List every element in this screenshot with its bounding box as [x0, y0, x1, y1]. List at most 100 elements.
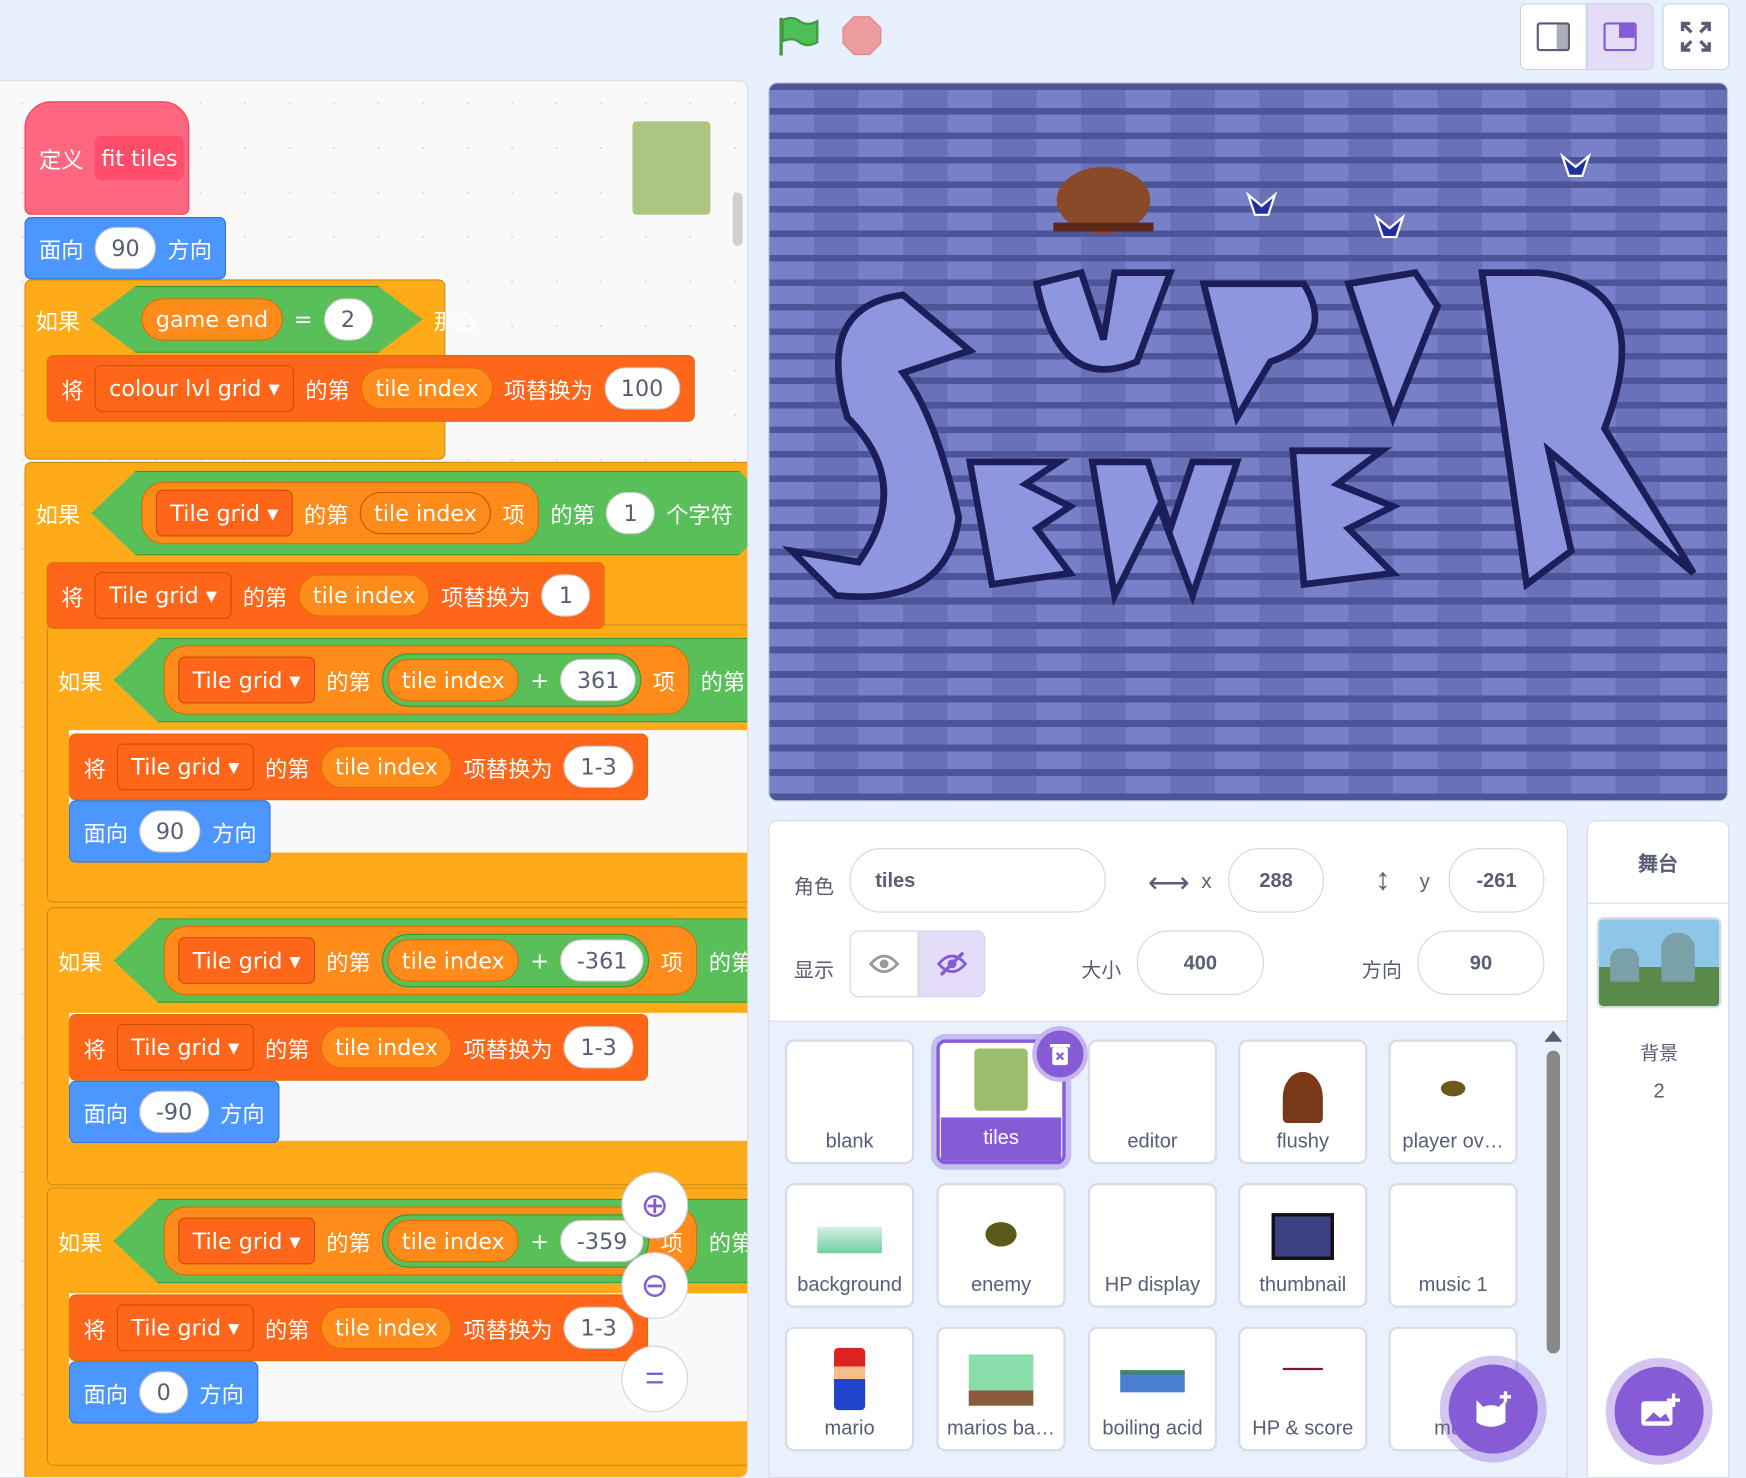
- equals-operator[interactable]: game end = 2: [91, 286, 422, 353]
- zoom-reset-icon: =: [644, 1360, 665, 1397]
- sprite-name-input[interactable]: tiles: [849, 848, 1106, 913]
- x-input[interactable]: 288: [1228, 848, 1324, 913]
- if-row-2: 如果 Tile grid 的第 tile index 项 的第 1 个字符: [24, 471, 748, 556]
- backdrops-count: 2: [1653, 1079, 1665, 1102]
- sprite-tile[interactable]: thumbnail: [1238, 1183, 1368, 1308]
- sprite-tile[interactable]: mario: [785, 1326, 915, 1452]
- define-name: fit tiles: [94, 135, 185, 181]
- show-label: 显示: [793, 959, 835, 982]
- stage-panel-title: 舞台: [1587, 821, 1729, 904]
- replace-item-block[interactable]: 将 Tile grid 的第 tile index 项替换为 1-3: [69, 1294, 649, 1362]
- sprite-list-scrollbar[interactable]: [1544, 1030, 1563, 1476]
- replace-item-block[interactable]: 将 Tile grid 的第 tile index 项替换为 1: [46, 562, 605, 629]
- y-input[interactable]: -261: [1448, 848, 1545, 913]
- zoom-reset-button[interactable]: =: [621, 1345, 689, 1413]
- point-direction-block[interactable]: 面向 -90 方向: [69, 1080, 280, 1144]
- backdrop-thumbnail[interactable]: [1596, 917, 1722, 1009]
- sprite-thumbnail: [817, 1226, 882, 1254]
- sprite-tile[interactable]: editor: [1087, 1039, 1218, 1165]
- if-row-4: 如果 Tile grid 的第 tile index+-361 项 的第: [47, 918, 749, 1003]
- letter-of-operator[interactable]: Tile grid 的第 tile index+-361 项 的第: [114, 918, 749, 1003]
- sprite-tile[interactable]: flushy: [1238, 1039, 1368, 1165]
- direction-input[interactable]: 90: [94, 227, 157, 270]
- zoom-in-icon: ⊕: [640, 1187, 669, 1224]
- zoom-in-button[interactable]: ⊕: [621, 1171, 689, 1239]
- letter-of-operator[interactable]: Tile grid 的第 tile index 项 的第 1 个字符: [91, 471, 748, 556]
- fullscreen-icon: [1680, 21, 1711, 52]
- sprite-thumbnail: [1271, 1213, 1334, 1260]
- sprite-thumbnail: [1282, 1367, 1323, 1371]
- sprite-info-panel: 角色 tiles ⟷ x 288 ↕ y -261 显示 大小 400 方向 9…: [768, 820, 1568, 1022]
- scroll-thumb[interactable]: [1546, 1050, 1561, 1354]
- sprite-thumbnail: [1282, 1071, 1323, 1124]
- trash-icon: [1050, 1043, 1071, 1066]
- sprite-tile[interactable]: HP & score: [1238, 1326, 1368, 1452]
- sprite-thumbnail: [968, 1354, 1034, 1406]
- zoom-out-icon: ⊖: [640, 1267, 669, 1304]
- top-bar: [0, 0, 1746, 80]
- sprite-thumbnail: [1440, 1080, 1466, 1097]
- add-operator[interactable]: tile index + -359: [382, 1214, 650, 1267]
- small-stage-button[interactable]: [1519, 3, 1587, 71]
- replace-item-block[interactable]: 将 Tile grid 的第 tile index 项替换为 1-3: [69, 733, 649, 801]
- sprite-tile[interactable]: marios ba…: [936, 1326, 1066, 1452]
- choose-backdrop-button[interactable]: [1614, 1366, 1704, 1456]
- add-operator[interactable]: tile index + -361: [382, 934, 650, 987]
- point-direction-block[interactable]: 面向 90 方向: [69, 800, 272, 863]
- game-title-art: [781, 152, 1697, 607]
- size-label: 大小: [1081, 959, 1122, 982]
- if-row-1: 如果 game end = 2 那么: [24, 286, 491, 353]
- eye-hidden-icon: [936, 951, 968, 977]
- direction-label: 方向: [1361, 959, 1402, 982]
- large-stage-icon: [1603, 22, 1637, 52]
- sprite-tile[interactable]: blank: [785, 1039, 915, 1165]
- item-of-list-reporter[interactable]: Tile grid 的第 tile index 项: [141, 482, 539, 544]
- hide-button[interactable]: [918, 930, 986, 998]
- sprite-tile[interactable]: background: [785, 1183, 915, 1308]
- direction-input[interactable]: 90: [1417, 930, 1545, 996]
- define-label: 定义: [38, 146, 84, 174]
- green-flag-icon[interactable]: [777, 16, 819, 62]
- game-end-reporter[interactable]: game end: [141, 298, 282, 340]
- if-row-3: 如果 Tile grid 的第 tile index+361 项 的第: [47, 638, 749, 723]
- define-hat-block[interactable]: 定义 fit tiles: [24, 101, 190, 215]
- fullscreen-button[interactable]: [1662, 3, 1730, 71]
- sprite-tile[interactable]: player ov…: [1388, 1039, 1518, 1165]
- sprite-preview-thumbnail: [632, 121, 711, 215]
- y-arrow-icon: ↕: [1375, 861, 1391, 896]
- sprite-tile[interactable]: music 1: [1388, 1183, 1518, 1308]
- cat-add-icon: [1476, 1391, 1512, 1427]
- zoom-out-button[interactable]: ⊖: [621, 1252, 689, 1319]
- small-stage-icon: [1536, 22, 1571, 52]
- scrollbar[interactable]: [732, 192, 743, 246]
- stage-panel[interactable]: 舞台 背景 2: [1586, 820, 1730, 1478]
- sprite-list: blank tiles editor flushy player ov… bac…: [768, 1021, 1568, 1478]
- show-button[interactable]: [849, 930, 919, 998]
- x-arrow-icon: ⟷: [1148, 865, 1190, 900]
- choose-sprite-button[interactable]: [1448, 1364, 1538, 1454]
- letter-of-operator[interactable]: Tile grid 的第 tile index+361 项 的第: [114, 638, 749, 723]
- sprite-tile[interactable]: enemy: [936, 1183, 1066, 1308]
- scroll-up-icon: [1544, 1030, 1563, 1042]
- sprite-thumbnail: [985, 1222, 1017, 1247]
- point-direction-block[interactable]: 面向 0 方向: [69, 1361, 259, 1424]
- delete-sprite-button[interactable]: [1032, 1026, 1088, 1082]
- sprite-thumbnail: [1120, 1370, 1185, 1393]
- sprite-thumbnail: [834, 1347, 866, 1411]
- replace-item-block[interactable]: 将 Tile grid 的第 tile index 项替换为 1-3: [69, 1013, 649, 1081]
- sprite-label: 角色: [793, 875, 835, 899]
- size-input[interactable]: 400: [1136, 930, 1264, 996]
- backdrop-add-icon: [1641, 1393, 1681, 1426]
- large-stage-button[interactable]: [1586, 3, 1654, 71]
- list-dropdown[interactable]: colour lvl grid: [94, 365, 295, 412]
- backdrops-label: 背景: [1640, 1042, 1679, 1065]
- stage-canvas[interactable]: [768, 82, 1729, 802]
- script-area[interactable]: 定义 fit tiles 面向 90 方向 如果 game end = 2 那么…: [0, 80, 749, 1478]
- add-operator[interactable]: tile index +361: [382, 653, 642, 706]
- equals-value[interactable]: 2: [324, 298, 373, 340]
- point-direction-block[interactable]: 面向 90 方向: [24, 217, 227, 280]
- sprite-tile[interactable]: boiling acid: [1087, 1326, 1218, 1452]
- stop-icon[interactable]: [842, 16, 882, 62]
- replace-item-block[interactable]: 将 colour lvl grid 的第 tile index 项替换为 100: [46, 355, 695, 422]
- sprite-tile[interactable]: HP display: [1087, 1183, 1218, 1308]
